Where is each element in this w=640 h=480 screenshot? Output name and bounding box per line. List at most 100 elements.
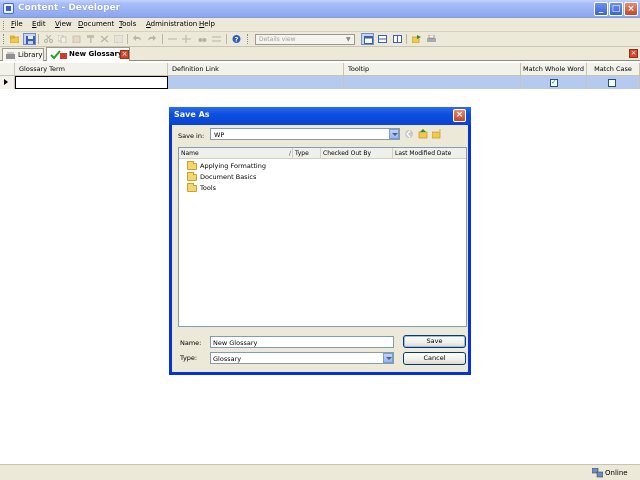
layout-view-1-button[interactable] xyxy=(361,33,374,45)
paste-button[interactable] xyxy=(70,33,83,45)
svg-text:*: * xyxy=(439,129,442,135)
column-match-whole-word[interactable]: Match Whole Word xyxy=(521,63,587,76)
new-folder-icon[interactable]: * xyxy=(432,129,442,139)
dialog-title: Save As xyxy=(174,110,210,119)
save-toolbar-button[interactable] xyxy=(23,33,36,45)
print-button[interactable] xyxy=(425,33,438,45)
file-list-header: Name / Type Checked Out By Last Modified… xyxy=(179,148,466,159)
file-list[interactable]: Name / Type Checked Out By Last Modified… xyxy=(178,147,467,327)
toolbar-separator xyxy=(38,34,39,44)
match-case-cell xyxy=(587,76,640,89)
menu-tools[interactable]: Tools xyxy=(119,20,136,28)
column-match-case[interactable]: Match Case xyxy=(587,63,640,76)
toolbar-separator xyxy=(127,34,128,44)
name-field[interactable]: New Glossary xyxy=(210,336,394,348)
menu-document[interactable]: Document xyxy=(78,20,114,28)
maximize-button[interactable]: □ xyxy=(609,2,623,16)
copy-button[interactable] xyxy=(56,33,69,45)
toolbar-grip xyxy=(3,34,4,44)
type-select-value: Glossary xyxy=(213,355,242,363)
cancel-button[interactable]: Cancel xyxy=(403,352,466,365)
find-button[interactable] xyxy=(196,33,209,45)
sort-separator: / xyxy=(289,150,292,157)
row-selector[interactable] xyxy=(0,76,15,89)
type-select[interactable]: Glossary xyxy=(210,352,394,364)
menu-edit[interactable]: Edit xyxy=(32,20,46,28)
column-checked-out-by[interactable]: Checked Out By xyxy=(321,148,393,159)
match-case-checkbox[interactable] xyxy=(608,79,616,87)
indent-button[interactable] xyxy=(180,33,193,45)
minimize-button[interactable]: _ xyxy=(594,2,608,16)
undo-button[interactable] xyxy=(131,33,144,45)
back-icon[interactable] xyxy=(404,129,414,139)
replace-button[interactable] xyxy=(210,33,223,45)
toolbar-grip xyxy=(247,34,248,44)
vertical-split-icon xyxy=(393,35,402,43)
toolbar-separator xyxy=(406,34,407,44)
definition-link-cell[interactable] xyxy=(168,76,344,89)
column-definition-link[interactable]: Definition Link xyxy=(168,63,344,76)
single-pane-icon xyxy=(364,36,373,44)
row-header-corner xyxy=(0,63,15,76)
dialog-title-bar: Save As × xyxy=(169,107,471,125)
up-folder-icon[interactable] xyxy=(418,129,428,139)
column-last-modified-date[interactable]: Last Modified Date xyxy=(393,148,466,159)
menu-view[interactable]: View xyxy=(55,20,72,28)
undo-icon xyxy=(133,35,141,41)
menu-administration[interactable]: Administration xyxy=(146,20,197,28)
column-glossary-term[interactable]: Glossary Term xyxy=(15,63,168,76)
type-label: Type: xyxy=(180,354,198,362)
close-window-button[interactable]: × xyxy=(624,2,638,16)
format-painter-button[interactable] xyxy=(84,33,97,45)
column-name[interactable]: Name xyxy=(179,148,293,159)
dialog-close-button[interactable]: × xyxy=(453,109,466,122)
tab-new-glossary[interactable]: New Glossary × xyxy=(46,47,130,61)
column-type[interactable]: Type xyxy=(293,148,321,159)
table-row[interactable] xyxy=(0,76,640,89)
save-as-dialog: Save As × Save in: WP * Name / Type Chec… xyxy=(169,107,471,375)
layout-view-3-button[interactable] xyxy=(391,33,404,45)
delete-x-icon xyxy=(100,35,109,43)
document-tabs: Library New Glossary × × xyxy=(0,47,640,61)
tooltip-cell[interactable] xyxy=(344,76,521,89)
glossary-grid-header: Glossary Term Definition Link Tooltip Ma… xyxy=(0,63,640,76)
match-whole-word-checkbox[interactable] xyxy=(550,78,558,87)
folder-name: Applying Formatting xyxy=(200,162,266,170)
tab-close-button[interactable]: × xyxy=(120,50,129,59)
properties-button[interactable] xyxy=(112,33,125,45)
close-document-button[interactable]: × xyxy=(629,49,638,58)
connection-status: Online xyxy=(605,469,628,477)
library-books-icon xyxy=(6,52,15,59)
save-button[interactable]: Save xyxy=(403,335,466,348)
network-online-icon xyxy=(592,468,603,478)
delete-button[interactable] xyxy=(98,33,111,45)
redo-button[interactable] xyxy=(145,33,158,45)
tab-library[interactable]: Library xyxy=(2,48,44,61)
name-label: Name: xyxy=(180,339,202,347)
view-select[interactable]: Details view ▼ xyxy=(255,34,355,45)
folder-icon xyxy=(187,183,197,192)
minimize-icon: _ xyxy=(598,4,604,14)
folder-icon xyxy=(187,172,197,181)
chevron-down-icon: ▼ xyxy=(346,36,351,43)
open-button[interactable] xyxy=(8,33,21,45)
save-in-label: Save in: xyxy=(178,132,205,140)
column-tooltip[interactable]: Tooltip xyxy=(344,63,521,76)
menu-file[interactable]: File xyxy=(11,20,23,28)
name-field-value: New Glossary xyxy=(213,339,258,347)
view-select-value: Details view xyxy=(259,36,296,43)
glossary-term-cell[interactable] xyxy=(15,76,168,89)
horizontal-split-icon xyxy=(378,35,387,43)
layout-view-2-button[interactable] xyxy=(376,33,389,45)
publish-button[interactable] xyxy=(410,33,423,45)
help-button[interactable]: ? xyxy=(230,33,243,45)
toolbar-separator xyxy=(162,34,163,44)
indent-icon xyxy=(182,35,191,43)
outdent-button[interactable] xyxy=(166,33,179,45)
save-in-select[interactable]: WP xyxy=(210,128,400,140)
folder-name: Document Basics xyxy=(200,173,257,181)
outdent-icon xyxy=(168,38,177,40)
folder-icon xyxy=(187,161,197,170)
cut-button[interactable] xyxy=(42,33,55,45)
menu-help[interactable]: Help xyxy=(199,20,215,28)
